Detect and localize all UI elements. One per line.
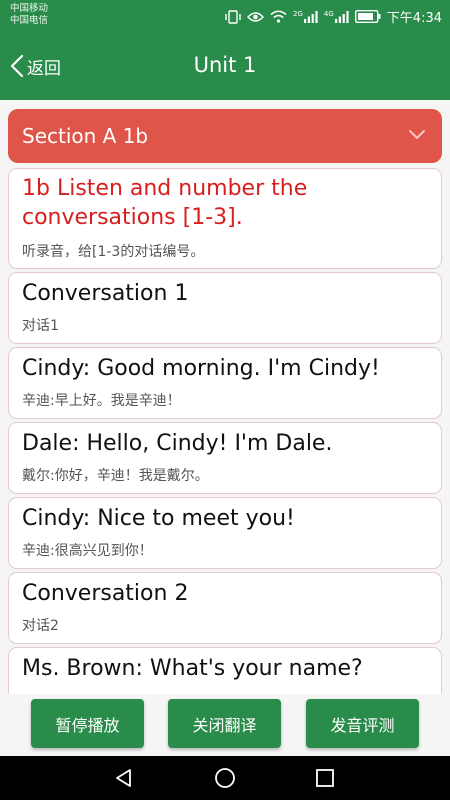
vibrate-icon (225, 9, 241, 24)
item-chinese: 辛迪:早上好。我是辛迪！ (22, 393, 181, 409)
battery-icon (354, 10, 381, 23)
action-bar: 暂停播放 关闭翻译 发音评测 (0, 694, 450, 756)
item-chinese: 对话2 (22, 618, 59, 634)
status-bar: 中国移动 中国电信 2G 4G 下午4:34 (0, 0, 450, 32)
signal-icon (303, 10, 318, 23)
section-selector[interactable]: Section A 1b (8, 109, 442, 163)
item-english: Conversation 2 (22, 581, 189, 606)
item-english: 1b Listen and number the conversations [… (22, 176, 308, 230)
item-english: Cindy: Good morning. I'm Cindy! (22, 356, 380, 381)
item-chinese: 戴尔:你好，辛迪！我是戴尔。 (22, 468, 209, 484)
list-item[interactable]: 1b Listen and number the conversations [… (8, 168, 442, 269)
signal-4g: 4G (324, 10, 349, 23)
home-circle-icon[interactable] (214, 767, 236, 789)
back-triangle-icon[interactable] (113, 767, 135, 789)
pause-playback-button[interactable]: 暂停播放 (31, 699, 144, 748)
item-english: Cindy: Nice to meet you! (22, 506, 295, 531)
content-list[interactable]: Section A 1b 1b Listen and number the co… (0, 100, 450, 694)
chevron-down-icon (409, 130, 425, 139)
item-chinese: 听录音，给[1-3的对话编号。 (22, 244, 205, 260)
app-bar: 返回 Unit 1 (0, 32, 450, 100)
pronunciation-test-button[interactable]: 发音评测 (306, 699, 419, 748)
signal-2g: 2G (293, 10, 318, 23)
item-chinese: 对话1 (22, 318, 59, 334)
page-title: Unit 1 (193, 53, 257, 77)
list-item[interactable]: Cindy: Nice to meet you! 辛迪:很高兴见到你！ (8, 497, 442, 569)
system-nav-bar (0, 756, 450, 800)
recent-apps-square-icon[interactable] (314, 767, 336, 789)
signal-icon (334, 10, 349, 23)
item-english: Conversation 1 (22, 281, 189, 306)
section-title: Section A 1b (22, 124, 149, 148)
close-translation-button[interactable]: 关闭翻译 (168, 699, 281, 748)
carrier-2: 中国电信 (10, 15, 49, 26)
carrier-info: 中国移动 中国电信 (10, 3, 48, 27)
eye-icon (247, 11, 264, 22)
list-item[interactable]: Ms. Brown: What's your name? (8, 647, 442, 694)
list-item[interactable]: Cindy: Good morning. I'm Cindy! 辛迪:早上好。我… (8, 347, 442, 419)
item-english: Ms. Brown: What's your name? (22, 656, 363, 681)
status-icons: 2G 4G 下午4:34 (225, 7, 442, 26)
item-chinese: 辛迪:很高兴见到你！ (22, 543, 153, 559)
status-time: 下午4:34 (386, 11, 442, 26)
wifi-icon (270, 10, 287, 23)
list-item[interactable]: Conversation 1 对话1 (8, 272, 442, 344)
item-english: Dale: Hello, Cindy! I'm Dale. (22, 431, 333, 456)
carrier-1: 中国移动 (10, 3, 49, 14)
list-item[interactable]: Dale: Hello, Cindy! I'm Dale. 戴尔:你好，辛迪！我… (8, 422, 442, 494)
list-item[interactable]: Conversation 2 对话2 (8, 572, 442, 644)
